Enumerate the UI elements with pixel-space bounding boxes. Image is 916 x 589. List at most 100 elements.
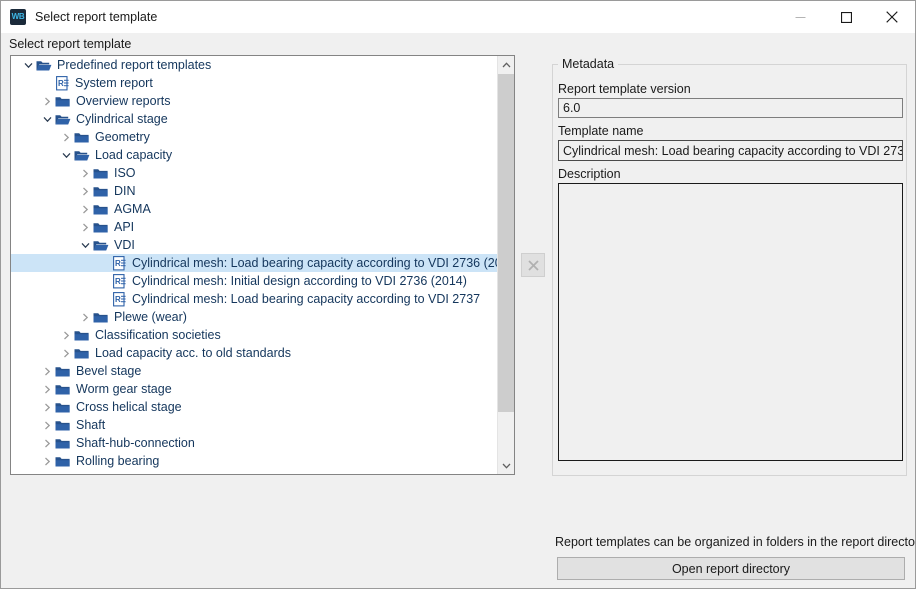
tree-item[interactable]: Load capacity [11, 146, 498, 164]
tree-item-indent [11, 416, 39, 434]
scroll-up-button[interactable] [498, 56, 514, 73]
folder-icon [55, 384, 70, 394]
report-doc-icon: R [112, 272, 127, 290]
svg-text:R: R [115, 277, 121, 286]
tree-item[interactable]: Shaft [11, 416, 498, 434]
folder-icon [55, 92, 71, 110]
tree-item-indent [11, 218, 77, 236]
tree-item[interactable]: Worm gear stage [11, 380, 498, 398]
tree-rows-container: Predefined report templates R System repor… [11, 56, 498, 474]
tree-item-twisty[interactable] [39, 380, 55, 398]
tree-item[interactable]: AGMA [11, 200, 498, 218]
tree-item-indent [11, 290, 96, 308]
tree-item[interactable]: Plewe (wear) [11, 308, 498, 326]
close-button[interactable] [869, 1, 915, 33]
tree-vertical-scrollbar[interactable] [497, 56, 514, 474]
tree-item-twisty[interactable] [39, 452, 55, 470]
tree-item[interactable]: Shaft-hub-connection [11, 434, 498, 452]
tree-item-no-twisty [39, 74, 55, 92]
folder-open-icon [36, 56, 52, 74]
report-template-version-field[interactable]: 6.0 [558, 98, 903, 118]
dialog-subheader: Select report template [1, 33, 915, 54]
chevron-down-icon [502, 463, 511, 469]
tree-item[interactable]: R Cylindrical mesh: Load bearing capacity… [11, 290, 498, 308]
chevron-down-icon [62, 152, 70, 158]
open-report-directory-button[interactable]: Open report directory [557, 557, 905, 580]
metadata-panel: Metadata Report template version 6.0 Tem… [552, 55, 907, 476]
tree-item[interactable]: Load capacity acc. to old standards [11, 344, 498, 362]
tree-item[interactable] [11, 470, 498, 474]
report-doc-icon: R [112, 290, 127, 308]
report-doc-icon: R [112, 254, 127, 272]
tree-item-twisty[interactable] [58, 344, 74, 362]
template-name-field[interactable]: Cylindrical mesh: Load bearing capacity … [558, 140, 903, 161]
maximize-icon [840, 11, 852, 23]
tree-item-twisty[interactable] [58, 326, 74, 344]
tree-item-indent [11, 308, 77, 326]
tree-item-twisty[interactable] [77, 236, 93, 254]
folder-icon [93, 200, 109, 218]
tree-item-twisty[interactable] [77, 200, 93, 218]
minimize-button[interactable] [777, 1, 823, 33]
window-title: Select report template [35, 10, 158, 24]
tree-item[interactable]: R Cylindrical mesh: Load bearing capacity… [11, 254, 498, 272]
tree-item-label: Cylindrical mesh: Load bearing capacity … [132, 292, 481, 306]
tree-item-indent [11, 146, 58, 164]
tree-item[interactable]: Rolling bearing [11, 452, 498, 470]
tree-item-twisty[interactable] [39, 110, 55, 128]
maximize-button[interactable] [823, 1, 869, 33]
chevron-down-icon [43, 116, 51, 122]
folder-icon [93, 168, 108, 178]
tree-item-twisty[interactable] [39, 92, 55, 110]
folder-icon [55, 473, 71, 475]
tree-item-label: Overview reports [76, 94, 171, 108]
tree-item[interactable]: Cross helical stage [11, 398, 498, 416]
tree-item-indent [11, 56, 20, 74]
tree-item[interactable]: R Cylindrical mesh: Initial design accord… [11, 272, 498, 290]
tree-item-twisty[interactable] [39, 470, 55, 474]
tree-item[interactable]: Bevel stage [11, 362, 498, 380]
tree-item-label: Shaft-hub-connection [76, 436, 195, 450]
tree-item-twisty[interactable] [77, 164, 93, 182]
folder-icon [55, 380, 71, 398]
chevron-right-icon [82, 223, 88, 231]
folder-icon [55, 96, 70, 106]
folder-icon [55, 470, 71, 474]
tree-item[interactable]: ISO [11, 164, 498, 182]
tree-item[interactable]: DIN [11, 182, 498, 200]
tree-item-twisty[interactable] [77, 182, 93, 200]
tree-item[interactable]: Overview reports [11, 92, 498, 110]
tree-item[interactable]: Cylindrical stage [11, 110, 498, 128]
folder-icon [74, 348, 89, 358]
tree-item-twisty[interactable] [39, 416, 55, 434]
tree-item-label: Classification societies [95, 328, 221, 342]
tree-item-twisty[interactable] [20, 56, 36, 74]
tree-item-indent [11, 326, 58, 344]
tree-item[interactable]: API [11, 218, 498, 236]
folder-icon [93, 312, 108, 322]
delete-template-button[interactable] [521, 253, 545, 277]
tree-item[interactable]: Classification societies [11, 326, 498, 344]
tree-item-twisty[interactable] [39, 398, 55, 416]
tree-item-twisty[interactable] [77, 308, 93, 326]
tree-item-twisty[interactable] [58, 146, 74, 164]
tree-item-no-twisty [96, 254, 112, 272]
tree-item-label: Shaft [76, 418, 106, 432]
tree-item-twisty[interactable] [39, 434, 55, 452]
folder-icon [55, 452, 71, 470]
scrollbar-thumb[interactable] [498, 74, 514, 412]
report-template-tree[interactable]: Predefined report templates R System repor… [10, 55, 515, 475]
tree-item[interactable]: Predefined report templates [11, 56, 498, 74]
tree-item[interactable]: R System report [11, 74, 498, 92]
tree-item-twisty[interactable] [77, 218, 93, 236]
description-field[interactable] [558, 183, 903, 461]
folder-icon [74, 326, 90, 344]
tree-item[interactable]: Geometry [11, 128, 498, 146]
tree-item-twisty[interactable] [39, 362, 55, 380]
tree-item-twisty[interactable] [58, 128, 74, 146]
chevron-right-icon [44, 403, 50, 411]
tree-item[interactable]: VDI [11, 236, 498, 254]
tree-item-label: ISO [114, 166, 136, 180]
scroll-down-button[interactable] [498, 457, 514, 474]
tree-item-indent [11, 92, 39, 110]
